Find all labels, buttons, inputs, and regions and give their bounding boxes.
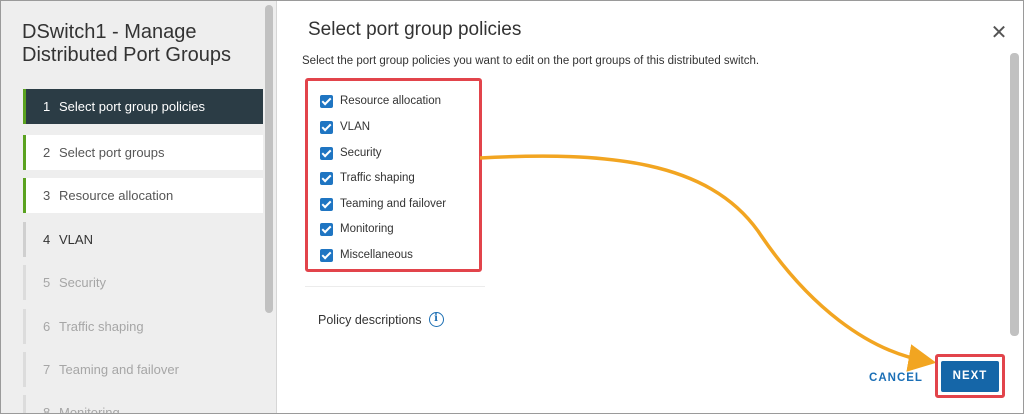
checkbox-checked-icon[interactable] — [320, 146, 333, 160]
policy-miscellaneous[interactable]: Miscellaneous — [320, 246, 413, 264]
policy-label: Miscellaneous — [340, 249, 413, 261]
policy-security[interactable]: Security — [320, 144, 382, 162]
step-monitoring: 8 Monitoring — [23, 395, 263, 414]
step-label: Select port groups — [59, 145, 165, 160]
step-label: Monitoring — [59, 405, 120, 414]
step-select-port-group-policies[interactable]: 1 Select port group policies — [23, 89, 263, 124]
checkbox-checked-icon[interactable] — [320, 222, 333, 236]
close-icon[interactable]: ✕ — [989, 23, 1009, 43]
step-number: 4 — [43, 232, 51, 247]
policy-label: VLAN — [340, 121, 371, 133]
wizard-title: DSwitch1 - Manage Distributed Port Group… — [22, 21, 231, 66]
step-number: 1 — [43, 99, 51, 114]
divider — [305, 286, 485, 287]
step-label: Security — [59, 275, 106, 290]
step-label: Resource allocation — [59, 188, 174, 203]
step-number: 3 — [43, 188, 51, 203]
info-icon[interactable]: i — [428, 312, 444, 327]
checkbox-checked-icon[interactable] — [320, 197, 333, 211]
step-number: 5 — [43, 275, 51, 290]
policy-checklist: Resource allocation VLAN Security Traffi… — [305, 78, 482, 272]
step-security: 5 Security — [23, 265, 263, 300]
page-title: Select port group policies — [308, 19, 522, 40]
policy-descriptions-label: Policy descriptions — [318, 312, 422, 327]
step-number: 7 — [43, 362, 51, 377]
policy-monitoring[interactable]: Monitoring — [320, 220, 394, 238]
policy-label: Security — [340, 147, 382, 159]
step-traffic-shaping: 6 Traffic shaping — [23, 309, 263, 344]
policy-label: Resource allocation — [340, 95, 442, 107]
policy-label: Monitoring — [340, 223, 394, 235]
wizard-dialog: DSwitch1 - Manage Distributed Port Group… — [0, 0, 1024, 414]
step-number: 8 — [43, 405, 51, 414]
policy-label: Teaming and failover — [340, 198, 447, 210]
checkbox-checked-icon[interactable] — [320, 94, 333, 108]
policy-traffic-shaping[interactable]: Traffic shaping — [320, 169, 415, 187]
policy-resource-allocation[interactable]: Resource allocation — [320, 92, 441, 110]
step-resource-allocation[interactable]: 3 Resource allocation — [23, 178, 263, 213]
intro-text: Select the port group policies you want … — [302, 55, 760, 67]
step-vlan[interactable]: 4 VLAN — [23, 222, 263, 257]
policy-label: Traffic shaping — [340, 172, 415, 184]
wizard-sidebar: DSwitch1 - Manage Distributed Port Group… — [1, 1, 277, 414]
step-label: VLAN — [59, 232, 93, 247]
step-number: 2 — [43, 145, 51, 160]
cancel-button[interactable]: CANCEL — [863, 366, 929, 390]
policy-descriptions[interactable]: Policy descriptions i — [318, 312, 444, 327]
step-label: Select port group policies — [59, 99, 205, 114]
main-scrollbar-thumb[interactable] — [1010, 53, 1019, 336]
policy-vlan[interactable]: VLAN — [320, 118, 370, 136]
step-teaming-and-failover: 7 Teaming and failover — [23, 352, 263, 387]
sidebar-scrollbar-thumb[interactable] — [265, 5, 273, 313]
checkbox-checked-icon[interactable] — [320, 248, 333, 262]
next-button[interactable]: NEXT — [941, 361, 999, 392]
step-label: Traffic shaping — [59, 319, 144, 334]
step-label: Teaming and failover — [59, 362, 179, 377]
policy-teaming-and-failover[interactable]: Teaming and failover — [320, 195, 446, 213]
checkbox-checked-icon[interactable] — [320, 171, 333, 185]
main-panel: Select port group policies ✕ Select the … — [278, 1, 1023, 413]
checkbox-checked-icon[interactable] — [320, 120, 333, 134]
step-number: 6 — [43, 319, 51, 334]
step-select-port-groups[interactable]: 2 Select port groups — [23, 135, 263, 170]
